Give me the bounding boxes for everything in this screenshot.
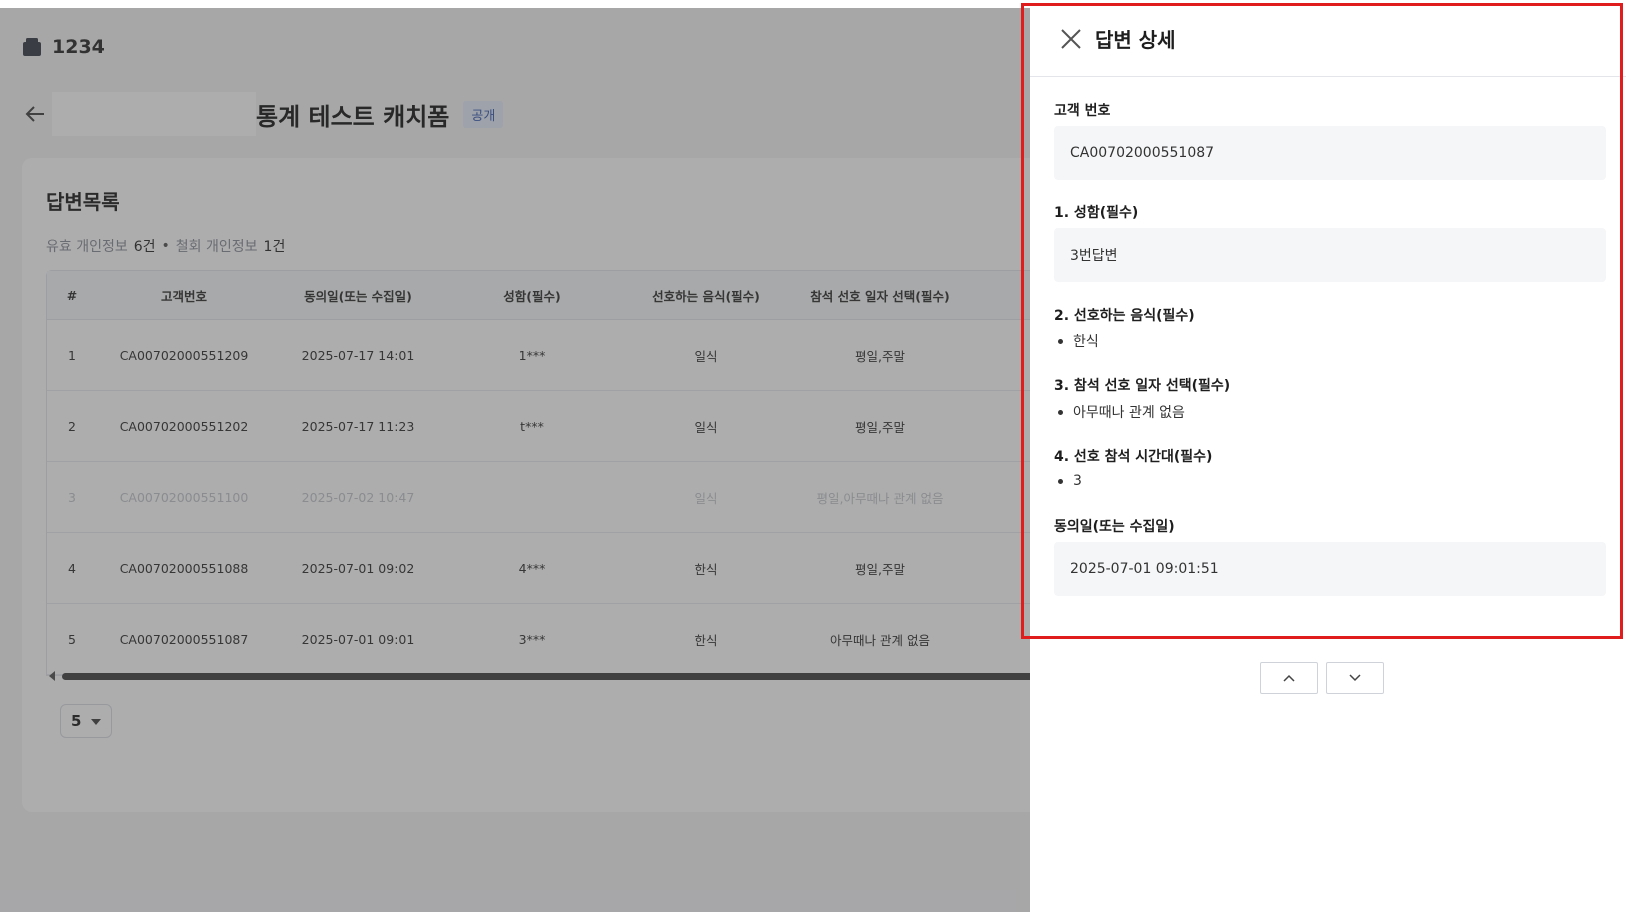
customer-number-label: 고객 번호 [1054, 103, 1111, 119]
drawer-title: 답변 상세 [1095, 28, 1176, 52]
close-icon[interactable] [1060, 28, 1082, 50]
customer-number-value: CA00702000551087 [1054, 126, 1606, 180]
q4-answer-item: 3 [1054, 473, 1082, 489]
q1-answer: 3번답변 [1054, 228, 1606, 282]
bullet-icon [1058, 478, 1063, 484]
q4-answer-text: 3 [1073, 473, 1082, 489]
chevron-up-icon [1283, 674, 1295, 682]
bullet-icon [1058, 338, 1063, 344]
bullet-icon [1058, 409, 1063, 415]
answer-detail-drawer: 답변 상세 고객 번호 CA00702000551087 1. 성함(필수) 3… [1030, 0, 1626, 912]
q2-answer-item: 한식 [1054, 331, 1099, 351]
previous-answer-button[interactable] [1260, 662, 1318, 694]
modal-backdrop[interactable] [0, 8, 1030, 912]
q3-answer-item: 아무때나 관계 없음 [1054, 402, 1185, 422]
next-answer-button[interactable] [1326, 662, 1384, 694]
consent-date-label: 동의일(또는 수집일) [1054, 519, 1175, 535]
q4-label: 4. 선호 참석 시간대(필수) [1054, 449, 1213, 465]
consent-date-value: 2025-07-01 09:01:51 [1054, 542, 1606, 596]
q3-label: 3. 참석 선호 일자 선택(필수) [1054, 378, 1231, 394]
q1-label: 1. 성함(필수) [1054, 205, 1139, 221]
drawer-header: 답변 상세 [1030, 0, 1626, 77]
q2-answer-text: 한식 [1073, 334, 1099, 350]
q2-label: 2. 선호하는 음식(필수) [1054, 308, 1195, 324]
chevron-down-icon [1349, 674, 1361, 682]
q3-answer-text: 아무때나 관계 없음 [1073, 405, 1185, 421]
